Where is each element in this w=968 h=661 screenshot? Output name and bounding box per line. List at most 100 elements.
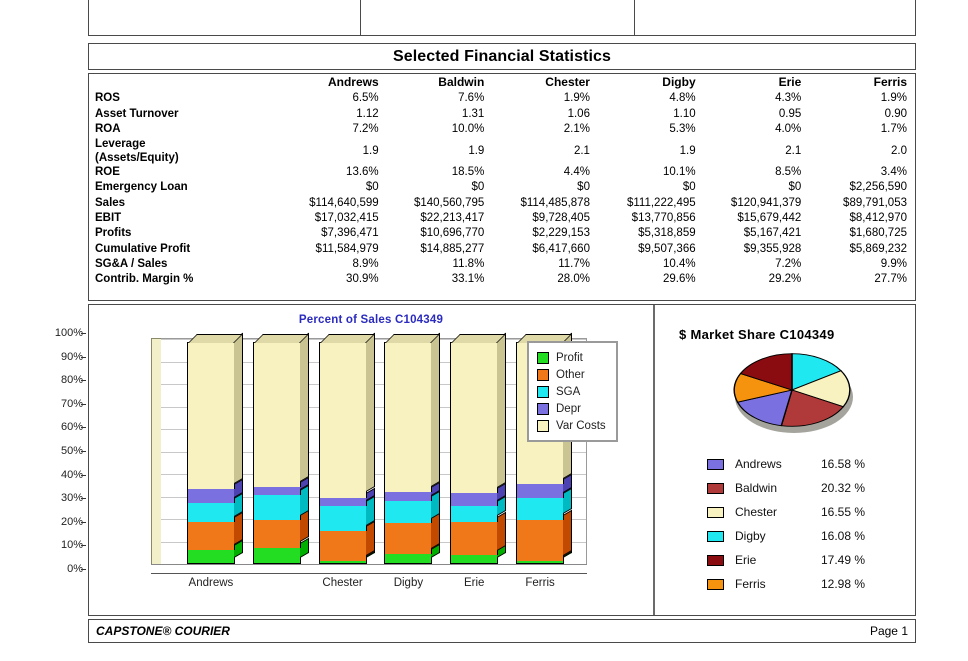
report-title-bar: Selected Financial Statistics	[88, 43, 916, 70]
column-header-ferris: Ferris	[873, 75, 907, 89]
x-axis-tick-label: Ferris	[525, 577, 555, 589]
table-row: Cumulative Profit $11,584,979 $14,885,277 $…	[93, 242, 909, 257]
stacked-bar[interactable]	[318, 332, 375, 564]
table-row: Emergency Loan $0 $0 $0 $0 $0 $2,256,590	[93, 180, 909, 195]
table-cell: $7,396,471	[321, 227, 379, 240]
bar-chart-y-axis: 0% 10% 20% 30% 40% 50% 60% 70% 80% 90% 100%	[35, 327, 87, 575]
table-header-row: Andrews Baldwin Chester Digby Erie Ferri…	[93, 75, 909, 91]
pie-legend-value: 17.49 %	[821, 553, 866, 567]
table-cell: $9,728,405	[532, 212, 590, 225]
bar-segment-var-costs[interactable]	[252, 332, 309, 487]
bar-segment-profit[interactable]	[384, 543, 441, 564]
table-cell: 1.9	[679, 144, 696, 157]
legend-label: Profit	[556, 351, 583, 364]
pie-legend-item[interactable]: Baldwin 20.32 %	[707, 476, 917, 500]
legend-item[interactable]: Other	[537, 366, 606, 383]
x-axis-tick-label: Chester	[322, 577, 363, 589]
table-cell: 1.9%	[880, 92, 907, 105]
bar-segment-var-costs[interactable]	[384, 332, 441, 493]
bar-segment-depr[interactable]	[450, 482, 507, 507]
table-cell: $2,256,590	[849, 181, 907, 194]
table-cell: 10.1%	[663, 166, 696, 179]
bar-chart-legend: Profit Other SGA Depr Var Costs	[527, 341, 618, 442]
bar-segment-sga[interactable]	[252, 484, 309, 521]
row-label: EBIT	[95, 212, 122, 225]
table-cell: 1.06	[567, 107, 590, 120]
bar-segment-depr[interactable]	[384, 481, 441, 501]
bar-segment-profit[interactable]	[252, 537, 309, 564]
bar-segment-other[interactable]	[516, 509, 573, 561]
bar-slot	[178, 332, 244, 564]
table-cell: 2.0	[891, 144, 907, 157]
pie-legend-value: 16.08 %	[821, 529, 866, 543]
bar-segment-var-costs[interactable]	[186, 332, 243, 490]
table-cell: 27.7%	[874, 273, 907, 286]
bar-segment-profit[interactable]	[186, 540, 243, 564]
legend-item[interactable]: Depr	[537, 400, 606, 417]
bar-segment-profit[interactable]	[450, 545, 507, 564]
table-cell: 4.4%	[563, 166, 590, 179]
pie-legend-item[interactable]: Ferris 12.98 %	[707, 572, 917, 596]
table-row: Leverage (Assets/Equity) 1.9 1.9 2.1 1.9 2.1 2.…	[93, 137, 909, 165]
pie-chart-graphic	[733, 353, 853, 439]
table-cell: 7.2%	[775, 257, 802, 270]
bar-segment-var-costs[interactable]	[450, 332, 507, 493]
stacked-bar[interactable]	[252, 332, 309, 564]
bar-slot	[310, 332, 376, 564]
bar-segment-var-costs[interactable]	[318, 332, 375, 498]
bar-segment-depr[interactable]	[186, 478, 243, 503]
table-cell: 1.10	[673, 107, 696, 120]
bar-segment-other[interactable]	[384, 513, 441, 555]
bar-segment-other[interactable]	[450, 511, 507, 556]
y-axis-tick-label: 90%	[61, 351, 86, 363]
table-cell: 0.95	[778, 107, 802, 120]
table-cell: 1.7%	[880, 122, 907, 135]
bar-chart-x-axis-labels: Andrews Chester Digby Erie Ferris	[151, 577, 587, 595]
y-axis-tick-label: 0%	[67, 563, 86, 575]
legend-item[interactable]: SGA	[537, 383, 606, 400]
stacked-bar[interactable]	[450, 332, 507, 564]
pie-legend-item[interactable]: Andrews 16.58 %	[707, 452, 917, 476]
bar-segment-side	[365, 520, 375, 556]
table-cell: 29.6%	[663, 273, 696, 286]
pie-legend-item[interactable]: Chester 16.55 %	[707, 500, 917, 524]
bar-segment-side	[563, 509, 573, 556]
pie-legend-label: Andrews	[735, 457, 782, 471]
table-cell: 29.2%	[768, 273, 802, 286]
pie-legend-item[interactable]: Digby 16.08 %	[707, 524, 917, 548]
bar-segment-sga[interactable]	[384, 490, 441, 524]
y-axis-tick-mark	[81, 545, 86, 547]
y-axis-tick-label: 60%	[61, 421, 86, 433]
legend-color-swatch	[537, 351, 549, 364]
bar-segment-sga[interactable]	[186, 492, 243, 522]
bar-segment-sga[interactable]	[318, 495, 375, 531]
footer-page-number: Page 1	[869, 624, 908, 638]
bar-segment-depr[interactable]	[252, 476, 309, 495]
bar-segment-other[interactable]	[252, 510, 309, 548]
row-label: Emergency Loan	[95, 181, 188, 194]
legend-label: Other	[556, 368, 585, 381]
table-row: Asset Turnover 1.12 1.31 1.06 1.10 0.95 0.90	[93, 107, 909, 122]
legend-item[interactable]: Profit	[537, 349, 606, 366]
stacked-bar[interactable]	[384, 332, 441, 564]
pie-legend-item[interactable]: Erie 17.49 %	[707, 548, 917, 572]
bar-segment-other[interactable]	[318, 520, 375, 561]
table-cell: $0	[788, 181, 802, 194]
bar-segment-depr[interactable]	[318, 487, 375, 506]
table-cell: $9,507,366	[638, 242, 696, 255]
stacked-bar[interactable]	[186, 332, 243, 564]
bar-segment-sga[interactable]	[516, 488, 573, 520]
column-header-chester: Chester	[545, 75, 590, 89]
bar-segment-sga[interactable]	[450, 496, 507, 522]
table-row: ROS 6.5% 7.6% 1.9% 4.8% 4.3% 1.9%	[93, 91, 909, 106]
y-axis-tick-mark	[81, 569, 86, 570]
table-row: ROE 13.6% 18.5% 4.4% 10.1% 8.5% 3.4%	[93, 165, 909, 180]
y-axis-tick-label: 30%	[61, 492, 86, 504]
table-cell: 3.4%	[880, 166, 907, 179]
bar-segment-depr[interactable]	[516, 474, 573, 499]
top-table-cell-1	[89, 0, 361, 35]
legend-item[interactable]: Var Costs	[537, 417, 606, 434]
y-axis-tick-label: 50%	[61, 445, 86, 457]
pie-legend-label: Erie	[735, 553, 757, 567]
bar-segment-other[interactable]	[186, 511, 243, 551]
